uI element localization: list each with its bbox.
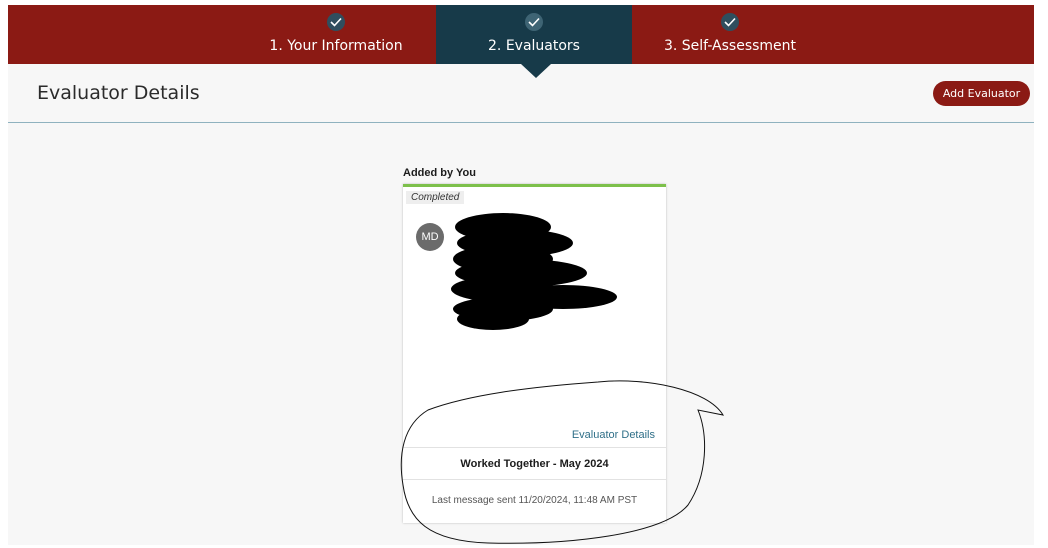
step-label: 1. Your Information xyxy=(269,38,403,54)
step-label: 2. Evaluators xyxy=(488,38,580,54)
add-evaluator-button[interactable]: Add Evaluator xyxy=(933,81,1030,106)
status-badge: Completed xyxy=(406,191,465,204)
check-icon xyxy=(525,13,543,31)
check-icon xyxy=(327,13,345,31)
progress-stepper: 1. Your Information 2. Evaluators 3. Sel… xyxy=(8,5,1034,64)
app-frame: 1. Your Information 2. Evaluators 3. Sel… xyxy=(8,5,1034,545)
section-label: Added by You xyxy=(403,167,476,179)
page-title: Evaluator Details xyxy=(37,82,200,104)
step-label: 3. Self-Assessment xyxy=(663,38,797,54)
relationship-label: Worked Together - May 2024 xyxy=(460,458,609,470)
evaluator-card: Completed MD Evaluator Details Worked To… xyxy=(403,184,666,523)
avatar: MD xyxy=(416,223,444,251)
check-icon xyxy=(721,13,739,31)
step-self-assessment[interactable]: 3. Self-Assessment xyxy=(648,5,812,64)
card-divider xyxy=(403,447,666,448)
evaluator-details-link[interactable]: Evaluator Details xyxy=(572,429,655,441)
step-evaluators[interactable]: 2. Evaluators xyxy=(436,5,632,64)
card-divider xyxy=(403,479,666,480)
active-step-pointer xyxy=(521,64,551,78)
redaction-mark xyxy=(451,213,617,330)
last-message-text: Last message sent 11/20/2024, 11:48 AM P… xyxy=(431,495,638,506)
step-your-information[interactable]: 1. Your Information xyxy=(256,5,416,64)
header-divider xyxy=(8,122,1034,123)
